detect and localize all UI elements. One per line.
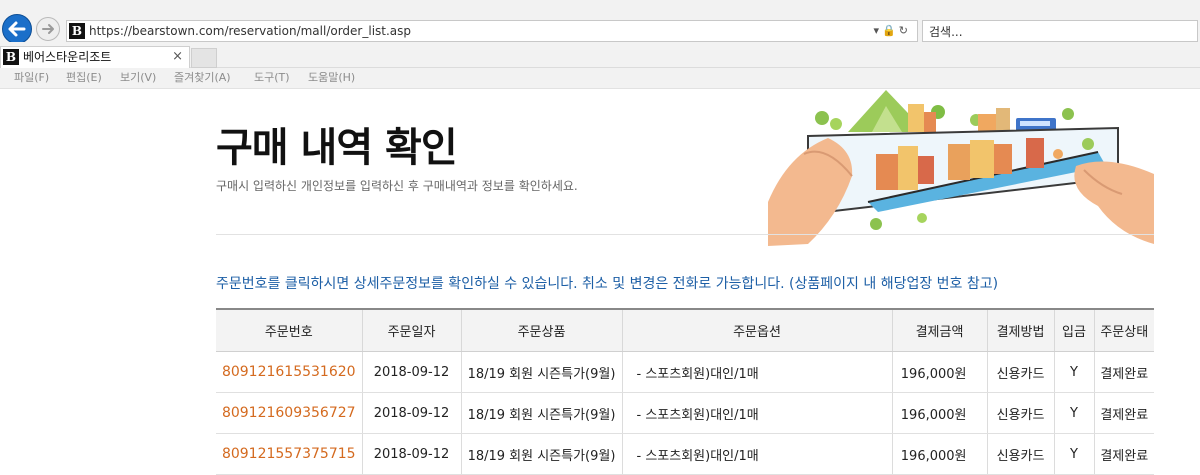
notice-text: 주문번호를 클릭하시면 상세주문정보를 확인하실 수 있습니다. 취소 및 변경… (216, 276, 999, 292)
table-header-row: 주문번호 주문일자 주문상품 주문옵션 결제금액 결제방법 입금 주문상태 (216, 309, 1154, 352)
url-field[interactable]: B https://bearstown.com/reservation/mall… (66, 20, 918, 42)
page-title: 구매 내역 확인 (216, 125, 458, 171)
new-tab-button[interactable] (191, 48, 217, 68)
order-option: - 스포츠회원)대인/1매 (621, 433, 892, 475)
order-option: - 스포츠회원)대인/1매 (621, 351, 892, 393)
tab-favicon-icon: B (3, 49, 19, 65)
product-name: 18/19 회원 시즌특가(9월) (460, 392, 622, 434)
col-option: 주문옵션 (621, 309, 892, 352)
hero-illustration (768, 90, 1154, 246)
table-row: 809121557375715 2018-09-12 18/19 회원 시즌특가… (216, 433, 1154, 475)
order-date: 2018-09-12 (361, 392, 461, 434)
col-order-date: 주문일자 (361, 309, 461, 352)
deposit-flag: Y (1053, 433, 1094, 475)
col-status: 주문상태 (1093, 309, 1154, 352)
col-amount: 결제금액 (891, 309, 987, 352)
deposit-flag: Y (1053, 392, 1094, 434)
search-input[interactable] (929, 23, 1189, 41)
menu-favorites[interactable]: 즐겨찾기(A) (174, 71, 231, 85)
order-status: 결제완료 (1093, 351, 1154, 393)
close-tab-icon[interactable]: × (172, 49, 183, 65)
dropdown-arrow-icon[interactable]: ▾ (874, 24, 883, 37)
payment-method: 신용카드 (986, 351, 1054, 393)
payment-method: 신용카드 (986, 433, 1054, 475)
payment-amount: 196,000원 (891, 351, 987, 393)
site-favicon-icon: B (69, 23, 85, 39)
menu-file[interactable]: 파일(F) (14, 71, 49, 85)
table-row: 809121615531620 2018-09-12 18/19 회원 시즌특가… (216, 351, 1154, 393)
order-option: - 스포츠회원)대인/1매 (621, 392, 892, 434)
col-order-number: 주문번호 (216, 309, 362, 352)
order-date: 2018-09-12 (361, 433, 461, 475)
tab-bearstown[interactable]: B 베어스타운리조트 × (0, 46, 190, 68)
col-deposit: 입금 (1053, 309, 1094, 352)
divider (216, 234, 1154, 235)
order-status: 결제완료 (1093, 392, 1154, 434)
forward-arrow-icon (42, 24, 54, 34)
refresh-icon[interactable]: ↻ (899, 24, 911, 37)
forward-button[interactable] (36, 17, 60, 41)
orders-table: 주문번호 주문일자 주문상품 주문옵션 결제금액 결제방법 입금 주문상태 80… (216, 308, 1154, 475)
menu-edit[interactable]: 편집(E) (66, 71, 102, 85)
payment-amount: 196,000원 (891, 392, 987, 434)
order-number-link[interactable]: 809121609356727 (222, 405, 356, 421)
tab-bar: B 베어스타운리조트 × (0, 42, 1200, 68)
payment-amount: 196,000원 (891, 433, 987, 475)
col-product: 주문상품 (460, 309, 622, 352)
col-payment-method: 결제방법 (986, 309, 1054, 352)
order-number-link[interactable]: 809121557375715 (222, 446, 356, 462)
order-number-link[interactable]: 809121615531620 (222, 364, 356, 380)
menu-view[interactable]: 보기(V) (120, 71, 156, 85)
back-arrow-icon (8, 21, 26, 37)
tab-title: 베어스타운리조트 (23, 50, 112, 64)
menu-tools[interactable]: 도구(T) (254, 71, 290, 85)
browser-address-bar: B https://bearstown.com/reservation/mall… (0, 0, 1200, 44)
deposit-flag: Y (1053, 351, 1094, 393)
product-name: 18/19 회원 시즌특가(9월) (460, 351, 622, 393)
page-subtitle: 구매시 입력하신 개인정보를 입력하신 후 구매내역과 정보를 확인하세요. (216, 179, 578, 193)
lock-icon[interactable]: 🔒 (882, 24, 899, 37)
menu-help[interactable]: 도움말(H) (308, 71, 355, 85)
order-status: 결제완료 (1093, 433, 1154, 475)
table-row: 809121609356727 2018-09-12 18/19 회원 시즌특가… (216, 392, 1154, 434)
product-name: 18/19 회원 시즌특가(9월) (460, 433, 622, 475)
payment-method: 신용카드 (986, 392, 1054, 434)
back-button[interactable] (2, 14, 32, 44)
url-text[interactable]: https://bearstown.com/reservation/mall/o… (89, 23, 411, 39)
order-date: 2018-09-12 (361, 351, 461, 393)
browser-search-box[interactable] (922, 20, 1198, 42)
